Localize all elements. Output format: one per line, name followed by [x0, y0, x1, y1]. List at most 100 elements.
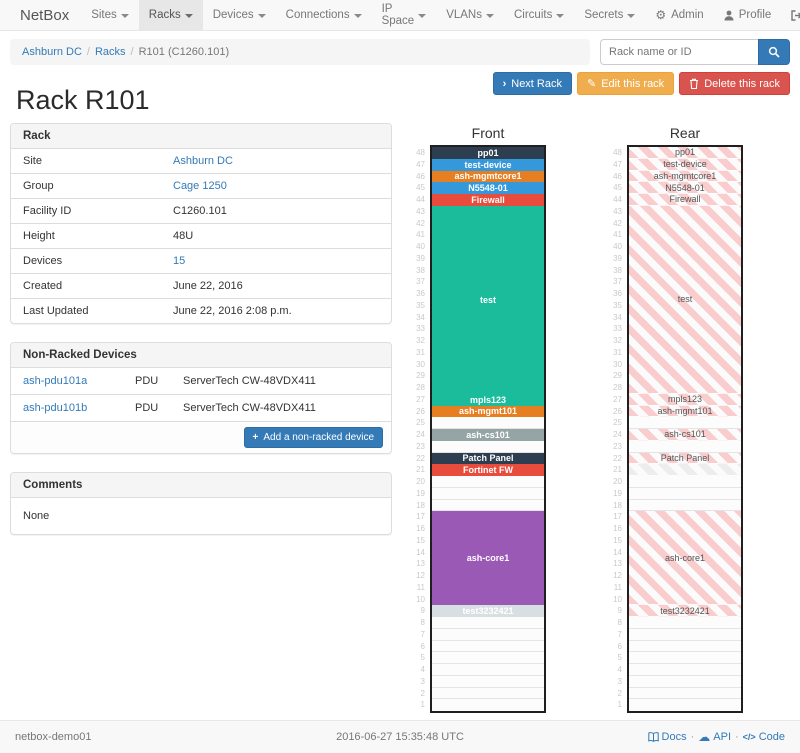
unit-number: 19 — [404, 488, 430, 500]
docs-link[interactable]: Docs — [648, 731, 687, 743]
rack-slot-fortinet-fw[interactable]: Fortinet FW — [432, 464, 544, 476]
nav-item-connections[interactable]: Connections — [276, 0, 372, 30]
rack-slot-patch-panel[interactable]: Patch Panel — [432, 453, 544, 465]
nav-item-profile[interactable]: Profile — [714, 0, 782, 30]
nav-item-devices[interactable]: Devices — [203, 0, 276, 30]
rack-unit-empty — [432, 629, 544, 641]
search-input[interactable] — [600, 39, 758, 65]
rack-slot-ash-mgmt101[interactable]: ash-mgmt101 — [629, 406, 741, 418]
rack-unit-empty — [432, 476, 544, 488]
nav-item-circuits[interactable]: Circuits — [504, 0, 574, 30]
rack-unit-empty — [629, 476, 741, 488]
footer-timestamp: 2016-06-27 15:35:48 UTC — [231, 731, 570, 743]
rack-slot-firewall[interactable]: Firewall — [629, 194, 741, 206]
brand-logo[interactable]: NetBox — [8, 0, 81, 30]
unit-number: 14 — [404, 547, 430, 559]
nav-item-racks[interactable]: Racks — [139, 0, 203, 30]
unit-number: 37 — [601, 276, 627, 288]
nav-item-label: Secrets — [584, 9, 623, 21]
search-button[interactable] — [758, 39, 790, 65]
breadcrumb-item-r101-c1260-101: R101 (C1260.101) — [139, 46, 230, 58]
page-content: Ashburn DC/Racks/R101 (C1260.101) › Next… — [0, 31, 800, 720]
unit-number: 40 — [404, 241, 430, 253]
gear-icon: ⚙ — [655, 8, 666, 22]
nav-item-admin[interactable]: ⚙ Admin — [645, 0, 713, 30]
nav-item-sites[interactable]: Sites — [81, 0, 139, 30]
rack-attribute-row: Facility IDC1260.101 — [11, 199, 391, 224]
rack-unit-empty — [432, 417, 544, 429]
unit-number: 18 — [404, 500, 430, 512]
rack-slot-patch-panel[interactable]: Patch Panel — [629, 453, 741, 465]
nav-item-ip-space[interactable]: IP Space — [372, 0, 437, 30]
attribute-value: June 22, 2016 — [161, 274, 391, 299]
unit-number: 47 — [601, 159, 627, 171]
chevron-right-icon: › — [503, 78, 507, 90]
delete-rack-label: Delete this rack — [704, 78, 780, 90]
nav-item-label: VLANs — [446, 9, 482, 21]
rack-slot-test-device[interactable]: test-device — [432, 159, 544, 171]
nav-item-logout[interactable]: Log out — [781, 0, 800, 30]
unit-number: 5 — [404, 652, 430, 664]
device-link-ash-pdu101a[interactable]: ash-pdu101a — [23, 375, 87, 387]
attribute-label: Facility ID — [11, 199, 161, 224]
attribute-value-devices[interactable]: 15 — [173, 255, 185, 267]
unit-number: 4 — [601, 664, 627, 676]
nonracked-panel-title: Non-Racked Devices — [11, 343, 391, 368]
rack-unit-empty — [629, 652, 741, 664]
unit-number: 20 — [601, 476, 627, 488]
code-link[interactable]: </> Code — [743, 731, 785, 743]
book-icon — [648, 732, 659, 742]
rack-search — [600, 39, 790, 65]
rack-slot-test[interactable]: test — [432, 206, 544, 394]
unit-number: 13 — [404, 558, 430, 570]
rack-slot-test[interactable]: test — [629, 206, 741, 394]
unit-number: 44 — [404, 194, 430, 206]
unit-number: 36 — [404, 288, 430, 300]
rack-slot-pp01[interactable]: pp01 — [432, 147, 544, 159]
unit-number: 15 — [601, 535, 627, 547]
breadcrumb-item-racks[interactable]: Racks — [95, 46, 126, 58]
rack-slot-firewall[interactable]: Firewall — [432, 194, 544, 206]
rack-slot-ash-mgmtcore1[interactable]: ash-mgmtcore1 — [432, 171, 544, 183]
api-link[interactable]: ☁ API — [698, 730, 731, 744]
rack-slot-ash-core1[interactable]: ash-core1 — [629, 511, 741, 605]
rack-slot-test-device[interactable]: test-device — [629, 159, 741, 171]
rack-slot-test3232421[interactable]: test3232421 — [629, 605, 741, 617]
unit-number: 32 — [404, 335, 430, 347]
rack-slot-pp01[interactable]: pp01 — [629, 147, 741, 159]
rack-slot-ghost-fortinet-fw[interactable] — [629, 464, 741, 476]
rack-panel-title: Rack — [11, 124, 391, 149]
edit-rack-button[interactable]: ✎ Edit this rack — [577, 72, 674, 95]
unit-number: 30 — [404, 359, 430, 371]
rack-slot-n5548-01[interactable]: N5548-01 — [432, 182, 544, 194]
next-rack-button[interactable]: › Next Rack — [493, 72, 572, 95]
rack-slot-ash-cs101[interactable]: ash-cs101 — [629, 429, 741, 441]
rack-slot-n5548-01[interactable]: N5548-01 — [629, 182, 741, 194]
rack-slot-ash-core1[interactable]: ash-core1 — [432, 511, 544, 605]
rack-slot-ash-mgmt101[interactable]: ash-mgmt101 — [432, 406, 544, 418]
attribute-label: Last Updated — [11, 299, 161, 324]
device-link-ash-pdu101b[interactable]: ash-pdu101b — [23, 402, 87, 414]
attribute-value-site[interactable]: Ashburn DC — [173, 155, 233, 167]
rack-slot-ash-cs101[interactable]: ash-cs101 — [432, 429, 544, 441]
delete-rack-button[interactable]: Delete this rack — [679, 72, 790, 95]
nav-item-secrets[interactable]: Secrets — [574, 0, 645, 30]
breadcrumb-item-ashburn-dc[interactable]: Ashburn DC — [22, 46, 82, 58]
caret-down-icon — [354, 14, 362, 18]
caret-down-icon — [121, 14, 129, 18]
attribute-value-group[interactable]: Cage 1250 — [173, 180, 227, 192]
nav-item-label: Sites — [91, 9, 117, 21]
rack-slot-mpls123[interactable]: mpls123 — [432, 394, 544, 406]
unit-number: 11 — [404, 582, 430, 594]
rack-slot-mpls123[interactable]: mpls123 — [629, 394, 741, 406]
add-nonracked-device-button[interactable]: + Add a non-racked device — [244, 427, 383, 448]
cloud-icon: ☁ — [698, 730, 710, 744]
rack-slot-test3232421[interactable]: test3232421 — [432, 605, 544, 617]
unit-number: 12 — [601, 570, 627, 582]
nav-item-vlans[interactable]: VLANs — [436, 0, 504, 30]
rack-unit-empty — [432, 699, 544, 711]
rack-attributes-table: SiteAshburn DCGroupCage 1250Facility IDC… — [11, 149, 391, 323]
rack-slot-ash-mgmtcore1[interactable]: ash-mgmtcore1 — [629, 171, 741, 183]
unit-number: 44 — [601, 194, 627, 206]
rear-unit-numbers: 4847464544434241403938373635343332313029… — [601, 145, 627, 713]
